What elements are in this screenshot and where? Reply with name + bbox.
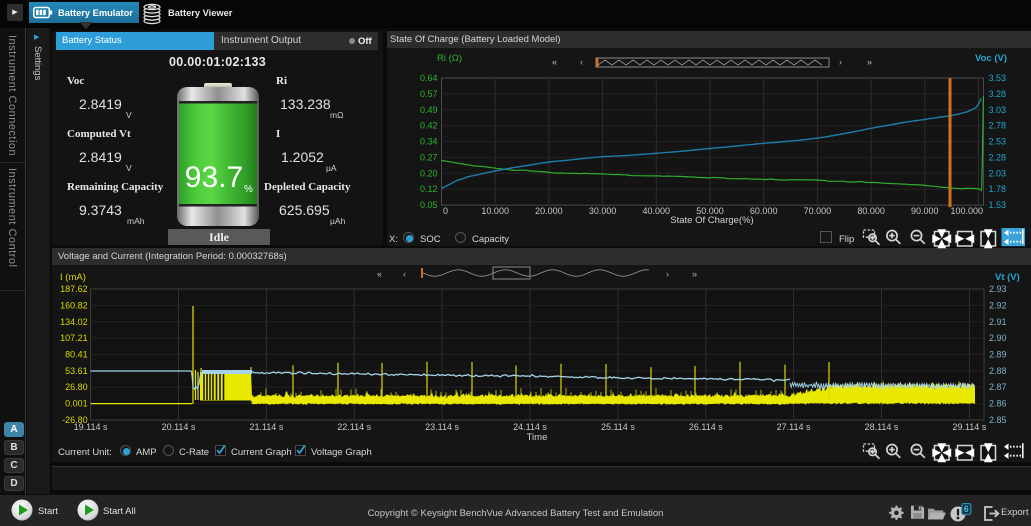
svg-text:›: ›	[839, 57, 842, 67]
svg-text:134.02: 134.02	[60, 317, 88, 327]
svg-text:Export: Export	[1001, 507, 1029, 518]
svg-text:80.000: 80.000	[857, 206, 885, 216]
svg-text:2.03: 2.03	[989, 168, 1007, 178]
svg-text:187.62: 187.62	[60, 284, 88, 294]
svg-text:19.114 s: 19.114 s	[74, 422, 108, 432]
svg-text:40.000: 40.000	[643, 206, 671, 216]
svg-text:20.114 s: 20.114 s	[162, 422, 196, 432]
svg-text:0.12: 0.12	[420, 184, 438, 194]
svg-text:I (mA): I (mA)	[60, 272, 86, 283]
svg-text:0.64: 0.64	[420, 73, 438, 83]
svg-text:21.114 s: 21.114 s	[249, 422, 283, 432]
svg-text:0.001: 0.001	[65, 399, 88, 409]
svg-text:0.49: 0.49	[420, 105, 438, 115]
svg-text:28.114 s: 28.114 s	[865, 422, 899, 432]
svg-text:2.53: 2.53	[989, 137, 1007, 147]
svg-text:3.53: 3.53	[989, 73, 1007, 83]
svg-text:160.82: 160.82	[60, 300, 88, 310]
svg-text:State Of Charge(%): State Of Charge(%)	[670, 215, 753, 226]
svg-text:93.7: 93.7	[185, 161, 243, 194]
svg-text:27.114 s: 27.114 s	[777, 422, 811, 432]
svg-text:2.91: 2.91	[989, 317, 1007, 327]
svg-text:2.92: 2.92	[989, 300, 1007, 310]
svg-text:25.114 s: 25.114 s	[601, 422, 635, 432]
svg-text:0.20: 0.20	[420, 168, 438, 178]
svg-text:Time: Time	[527, 432, 548, 443]
svg-text:107.21: 107.21	[60, 333, 88, 343]
svg-text:0.34: 0.34	[420, 137, 438, 147]
svg-text:60.000: 60.000	[750, 206, 778, 216]
svg-text:3.03: 3.03	[989, 105, 1007, 115]
svg-text:2.87: 2.87	[989, 382, 1007, 392]
svg-text:100.000: 100.000	[950, 206, 983, 216]
svg-text:30.000: 30.000	[589, 206, 617, 216]
svg-text:0.05: 0.05	[420, 200, 438, 210]
svg-text:Vt (V): Vt (V)	[995, 272, 1020, 283]
svg-text:»: »	[692, 269, 697, 279]
svg-text:10.000: 10.000	[481, 206, 509, 216]
svg-text:0.42: 0.42	[420, 121, 438, 131]
svg-text:80.41: 80.41	[65, 350, 88, 360]
svg-text:‹: ‹	[580, 57, 583, 67]
svg-text:0.27: 0.27	[420, 152, 438, 162]
svg-text:0.57: 0.57	[420, 89, 438, 99]
svg-text:Voc (V): Voc (V)	[975, 53, 1007, 64]
svg-text:1.53: 1.53	[989, 200, 1007, 210]
svg-text:2.28: 2.28	[989, 152, 1007, 162]
svg-text:2.90: 2.90	[989, 333, 1007, 343]
svg-text:«: «	[377, 269, 382, 279]
svg-text:3.28: 3.28	[989, 89, 1007, 99]
svg-text:2.85: 2.85	[989, 415, 1007, 425]
svg-text:%: %	[244, 184, 253, 195]
svg-text:»: »	[867, 57, 872, 67]
svg-text:23.114 s: 23.114 s	[425, 422, 459, 432]
svg-text:90.000: 90.000	[911, 206, 939, 216]
svg-text:Ri (Ω): Ri (Ω)	[437, 53, 462, 64]
svg-text:1.78: 1.78	[989, 184, 1007, 194]
svg-text:22.114 s: 22.114 s	[337, 422, 371, 432]
svg-text:2.86: 2.86	[989, 399, 1007, 409]
svg-text:6: 6	[964, 504, 969, 514]
svg-text:‹: ‹	[403, 269, 406, 279]
svg-text:2.89: 2.89	[989, 350, 1007, 360]
svg-text:53.61: 53.61	[65, 366, 88, 376]
svg-text:29.114 s: 29.114 s	[952, 422, 986, 432]
svg-text:«: «	[552, 57, 557, 67]
svg-text:2.78: 2.78	[989, 121, 1007, 131]
svg-text:0: 0	[443, 206, 448, 216]
svg-text:20.000: 20.000	[535, 206, 563, 216]
svg-text:24.114 s: 24.114 s	[513, 422, 547, 432]
svg-text:70.000: 70.000	[804, 206, 832, 216]
svg-text:2.88: 2.88	[989, 366, 1007, 376]
svg-text:26.114 s: 26.114 s	[689, 422, 723, 432]
svg-text:2.93: 2.93	[989, 284, 1007, 294]
svg-text:›: ›	[666, 269, 669, 279]
svg-text:26.80: 26.80	[65, 382, 88, 392]
